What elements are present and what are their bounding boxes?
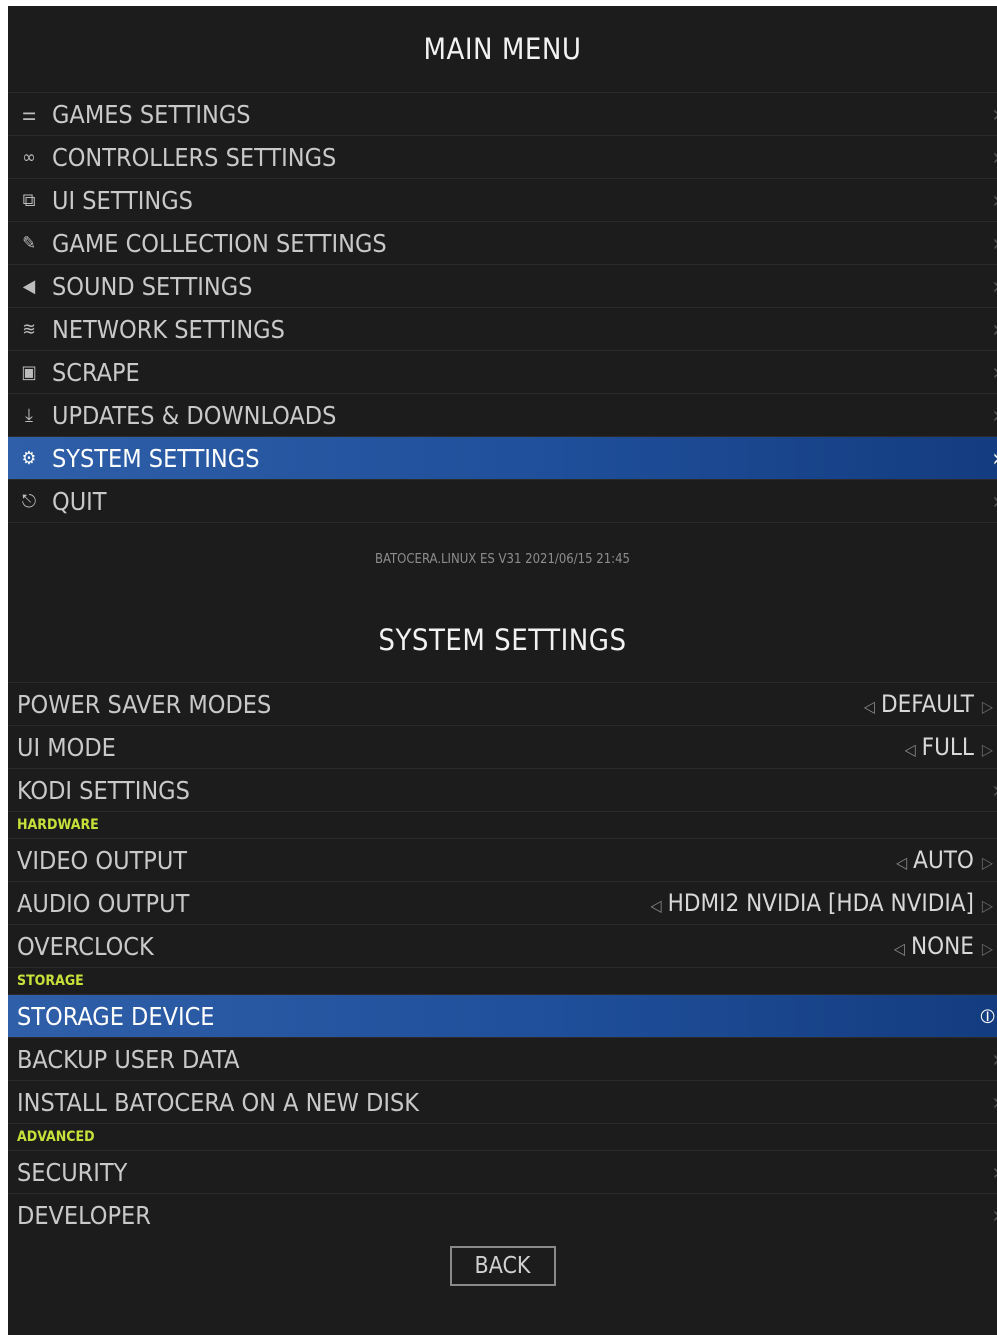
chevron-right-icon: › xyxy=(992,401,997,429)
menu-item-label: SCRAPE xyxy=(52,357,140,387)
menu-item-label: UI SETTINGS xyxy=(52,185,193,215)
setting-label: SECURITY xyxy=(17,1157,128,1187)
app-frame: MAIN MENU ⚌ GAMES SETTINGS › ∞ CONTROLLE… xyxy=(8,6,997,1335)
arrow-left-icon[interactable]: ◁ xyxy=(894,939,905,958)
section-header-hardware: HARDWARE xyxy=(8,811,997,838)
section-header-advanced: ADVANCED xyxy=(8,1123,997,1150)
menu-item-label: NETWORK SETTINGS xyxy=(52,314,285,344)
chevron-right-icon: › xyxy=(992,444,997,472)
chevron-right-icon: › xyxy=(992,229,997,257)
chevron-right-icon: › xyxy=(992,186,997,214)
main-menu-panel: MAIN MENU ⚌ GAMES SETTINGS › ∞ CONTROLLE… xyxy=(8,6,997,595)
chevron-right-icon: › xyxy=(992,487,997,515)
setting-value: AUTO xyxy=(913,846,974,874)
system-settings-title: SYSTEM SETTINGS xyxy=(378,623,627,657)
menu-item-quit[interactable]: ⎋ QUIT › xyxy=(8,479,997,522)
wifi-icon: ≋ xyxy=(22,318,36,340)
chevron-right-icon: › xyxy=(992,1088,997,1116)
setting-video-output[interactable]: VIDEO OUTPUT ◁ AUTO ▷ xyxy=(8,838,997,881)
setting-ui-mode[interactable]: UI MODE ◁ FULL ▷ xyxy=(8,725,997,768)
arrow-left-icon[interactable]: ◁ xyxy=(905,740,916,759)
arrow-left-icon[interactable]: ◁ xyxy=(896,853,907,872)
menu-item-game-collection-settings[interactable]: ✎ GAME COLLECTION SETTINGS › xyxy=(8,221,997,264)
version-text: BATOCERA.LINUX ES V31 2021/06/15 21:45 xyxy=(8,522,997,595)
setting-label: OVERCLOCK xyxy=(17,931,154,961)
menu-item-ui-settings[interactable]: ⧉ UI SETTINGS › xyxy=(8,178,997,221)
menu-item-label: QUIT xyxy=(52,486,107,516)
arrow-right-icon[interactable]: ▷ xyxy=(982,697,993,716)
setting-label: POWER SAVER MODES xyxy=(17,689,272,719)
setting-value-selector[interactable]: ◁ AUTO ▷ xyxy=(890,846,993,874)
download-icon: ⤓ xyxy=(25,404,33,426)
chevron-right-icon: › xyxy=(992,1201,997,1229)
arrow-left-icon[interactable]: ◁ xyxy=(864,697,875,716)
ui-icon: ⧉ xyxy=(22,189,36,211)
wrench-icon: ✎ xyxy=(22,232,36,254)
setting-label: BACKUP USER DATA xyxy=(17,1044,240,1074)
menu-item-label: CONTROLLERS SETTINGS xyxy=(52,142,337,172)
setting-label: STORAGE DEVICE xyxy=(17,1001,215,1031)
gears-icon: ⚙ xyxy=(21,447,37,469)
setting-label: UI MODE xyxy=(17,732,116,762)
setting-audio-output[interactable]: AUDIO OUTPUT ◁ HDMI2 NVIDIA [HDA NVIDIA] ▷ xyxy=(8,881,997,924)
chevron-right-icon: › xyxy=(992,1045,997,1073)
back-button-area: BACK xyxy=(8,1236,997,1296)
setting-label: DEVELOPER xyxy=(17,1200,151,1230)
menu-item-system-settings[interactable]: ⚙ SYSTEM SETTINGS › xyxy=(8,436,997,479)
menu-item-label: SYSTEM SETTINGS xyxy=(52,443,260,473)
gamepad-icon: ∞ xyxy=(22,146,36,168)
setting-value: DEFAULT xyxy=(880,690,974,718)
menu-item-label: UPDATES & DOWNLOADS xyxy=(52,400,337,430)
section-header-storage: STORAGE xyxy=(8,967,997,994)
main-menu-title: MAIN MENU xyxy=(423,32,582,66)
chevron-right-icon: › xyxy=(992,272,997,300)
setting-label: VIDEO OUTPUT xyxy=(17,845,188,875)
setting-developer[interactable]: DEVELOPER › xyxy=(8,1193,997,1236)
arrow-right-icon[interactable]: ▷ xyxy=(982,740,993,759)
setting-security[interactable]: SECURITY › xyxy=(8,1150,997,1193)
system-settings-panel: SYSTEM SETTINGS POWER SAVER MODES ◁ DEFAU… xyxy=(8,598,997,1296)
setting-label: INSTALL BATOCERA ON A NEW DISK xyxy=(17,1087,420,1117)
setting-kodi-settings[interactable]: KODI SETTINGS › xyxy=(8,768,997,811)
setting-power-saver-modes[interactable]: POWER SAVER MODES ◁ DEFAULT ▷ xyxy=(8,682,997,725)
chevron-right-icon: › xyxy=(992,315,997,343)
arrow-right-icon[interactable]: ▷ xyxy=(982,939,993,958)
setting-storage-device[interactable]: STORAGE DEVICE ⦶ xyxy=(8,994,997,1037)
menu-item-updates-downloads[interactable]: ⤓ UPDATES & DOWNLOADS › xyxy=(8,393,997,436)
menu-item-games-settings[interactable]: ⚌ GAMES SETTINGS › xyxy=(8,92,997,135)
setting-label: KODI SETTINGS xyxy=(17,775,190,805)
chevron-right-icon: › xyxy=(992,358,997,386)
chevron-right-icon: › xyxy=(992,1158,997,1186)
menu-item-label: SOUND SETTINGS xyxy=(52,271,253,301)
menu-item-sound-settings[interactable]: ◀ SOUND SETTINGS › xyxy=(8,264,997,307)
scrape-icon: ▣ xyxy=(21,361,37,383)
sliders-icon: ⚌ xyxy=(21,103,37,125)
setting-label: AUDIO OUTPUT xyxy=(17,888,190,918)
back-button[interactable]: BACK xyxy=(449,1246,556,1286)
menu-item-label: GAMES SETTINGS xyxy=(52,99,251,129)
setting-backup-user-data[interactable]: BACKUP USER DATA › xyxy=(8,1037,997,1080)
setting-value: FULL xyxy=(921,733,974,761)
quit-icon: ⎋ xyxy=(21,490,37,512)
setting-overclock[interactable]: OVERCLOCK ◁ NONE ▷ xyxy=(8,924,997,967)
chevron-right-icon: › xyxy=(992,100,997,128)
chevron-right-icon: › xyxy=(992,776,997,804)
setting-value-selector[interactable]: ◁ HDMI2 NVIDIA [HDA NVIDIA] ▷ xyxy=(645,889,993,917)
speaker-icon: ◀ xyxy=(22,275,36,297)
setting-value: NONE xyxy=(910,932,974,960)
menu-item-network-settings[interactable]: ≋ NETWORK SETTINGS › xyxy=(8,307,997,350)
setting-value-selector[interactable]: ◁ FULL ▷ xyxy=(899,733,993,761)
setting-value: HDMI2 NVIDIA [HDA NVIDIA] xyxy=(667,889,974,917)
arrow-right-icon[interactable]: ▷ xyxy=(982,853,993,872)
setting-value-selector[interactable]: ◁ DEFAULT ▷ xyxy=(858,690,993,718)
chevron-right-icon: › xyxy=(992,143,997,171)
selector-arrows-icon[interactable]: ⦶ xyxy=(980,1004,995,1028)
setting-value-selector[interactable]: ◁ NONE ▷ xyxy=(888,932,993,960)
arrow-right-icon[interactable]: ▷ xyxy=(982,896,993,915)
menu-item-controllers-settings[interactable]: ∞ CONTROLLERS SETTINGS › xyxy=(8,135,997,178)
menu-item-label: GAME COLLECTION SETTINGS xyxy=(52,228,387,258)
arrow-left-icon[interactable]: ◁ xyxy=(651,896,662,915)
setting-install-batocera[interactable]: INSTALL BATOCERA ON A NEW DISK › xyxy=(8,1080,997,1123)
menu-item-scrape[interactable]: ▣ SCRAPE › xyxy=(8,350,997,393)
